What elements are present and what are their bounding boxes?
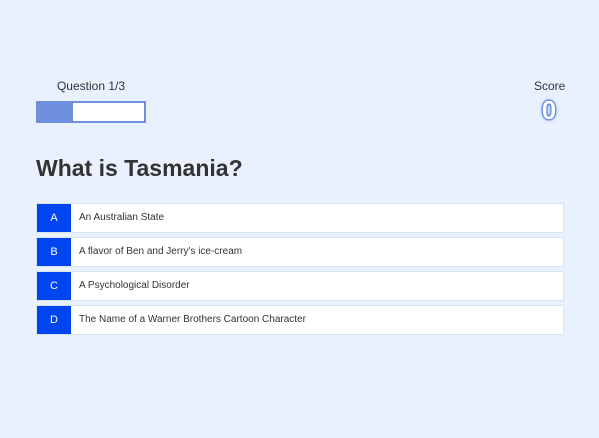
choice-letter: B [37,238,71,266]
progress-section: Question 1/3 [36,78,146,123]
question-counter: Question 1/3 [56,79,126,93]
choice-label: A Psychological Disorder [79,280,190,291]
choice-d[interactable]: D The Name of a Warner Brothers Cartoon … [36,305,564,335]
choice-label: The Name of a Warner Brothers Cartoon Ch… [79,314,306,325]
choice-letter: D [37,306,71,334]
answer-choices: A An Australian State B A flavor of Ben … [36,203,564,339]
choice-letter: A [37,204,71,232]
choice-a[interactable]: A An Australian State [36,203,564,233]
choice-b[interactable]: B A flavor of Ben and Jerry's ice-cream [36,237,564,267]
choice-label: A flavor of Ben and Jerry's ice-cream [79,246,243,257]
choice-label: An Australian State [79,212,165,223]
score-section: Score 0 [534,78,566,125]
question-text: What is Tasmania? [36,155,243,181]
choice-letter: C [37,272,71,300]
progress-bar-fill [38,103,73,121]
progress-bar [36,101,146,123]
choice-c[interactable]: C A Psychological Disorder [36,271,564,301]
score-label: Score [534,79,566,93]
score-value: 0 [541,95,557,125]
quiz-hud: Question 1/3 Score 0 [36,78,566,128]
